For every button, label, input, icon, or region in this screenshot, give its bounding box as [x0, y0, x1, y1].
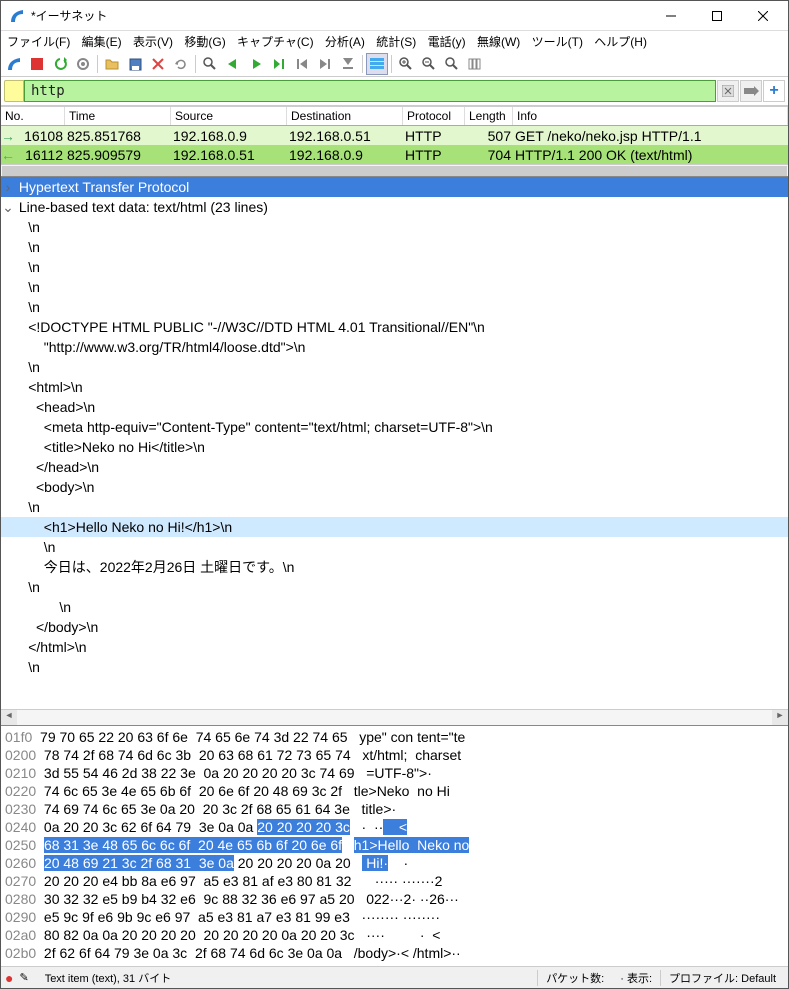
titlebar: *イーサネット [1, 1, 788, 31]
resize-cols-icon[interactable] [464, 53, 486, 75]
arrow-icon: ← [1, 147, 15, 163]
packet-scrollbar[interactable] [1, 164, 788, 176]
display-filter-input[interactable] [24, 80, 716, 102]
menu-stats[interactable]: 統計(S) [376, 35, 416, 49]
hex-pane[interactable]: 01f0 79 70 65 22 20 63 6f 6e 74 65 6e 74… [1, 725, 788, 966]
menu-capture[interactable]: キャプチャ(C) [237, 35, 314, 49]
col-src[interactable]: Source [171, 107, 287, 125]
packet-row[interactable]: ← 16112 825.909579 192.168.0.51 192.168.… [1, 145, 788, 164]
find-icon[interactable] [199, 53, 221, 75]
maximize-button[interactable] [694, 1, 740, 30]
edit-icon[interactable]: ✎ [19, 971, 28, 984]
colorize-icon[interactable] [366, 53, 388, 75]
close-button[interactable] [740, 1, 786, 30]
menu-file[interactable]: ファイル(F) [7, 35, 70, 49]
zoom-out-icon[interactable] [418, 53, 440, 75]
prev-icon[interactable] [222, 53, 244, 75]
options-icon[interactable] [72, 53, 94, 75]
packet-list-header: No. Time Source Destination Protocol Len… [1, 106, 788, 126]
col-info[interactable]: Info [513, 107, 788, 125]
apply-filter-icon[interactable] [740, 80, 762, 102]
reload-icon[interactable] [170, 53, 192, 75]
status-display: · 表示: [612, 970, 660, 986]
menu-wireless[interactable]: 無線(W) [477, 35, 520, 49]
clear-filter-icon[interactable] [717, 80, 739, 102]
goto-icon[interactable] [268, 53, 290, 75]
menu-tel[interactable]: 電話(y) [428, 35, 466, 49]
last-icon[interactable] [314, 53, 336, 75]
zoom-reset-icon[interactable] [441, 53, 463, 75]
status-packets: パケット数: [537, 970, 612, 986]
restart-capture-icon[interactable] [49, 53, 71, 75]
record-icon: ● [5, 970, 13, 986]
save-icon[interactable] [124, 53, 146, 75]
menu-edit[interactable]: 編集(E) [82, 35, 122, 49]
menu-tools[interactable]: ツール(T) [532, 35, 583, 49]
minimize-button[interactable] [648, 1, 694, 30]
toolbar [1, 52, 788, 77]
start-capture-icon[interactable] [3, 53, 25, 75]
menu-help[interactable]: ヘルプ(H) [594, 35, 647, 49]
col-time[interactable]: Time [65, 107, 171, 125]
first-icon[interactable] [291, 53, 313, 75]
next-icon[interactable] [245, 53, 267, 75]
app-icon [9, 8, 25, 24]
status-profile[interactable]: プロファイル: Default [660, 970, 784, 986]
packet-row[interactable]: → 16108 825.851768 192.168.0.9 192.168.0… [1, 126, 788, 145]
open-icon[interactable] [101, 53, 123, 75]
filter-bar: + [1, 77, 788, 106]
menubar: ファイル(F) 編集(E) 表示(V) 移動(G) キャプチャ(C) 分析(A)… [1, 31, 788, 52]
col-proto[interactable]: Protocol [403, 107, 465, 125]
details-pane[interactable]: › Hypertext Transfer Protocol⌄ Line-base… [1, 176, 788, 725]
menu-view[interactable]: 表示(V) [133, 35, 173, 49]
menu-analyze[interactable]: 分析(A) [325, 35, 365, 49]
window-title: *イーサネット [31, 7, 648, 24]
bookmark-icon[interactable] [4, 80, 24, 102]
zoom-in-icon[interactable] [395, 53, 417, 75]
col-no[interactable]: No. [1, 107, 65, 125]
add-filter-icon[interactable]: + [763, 80, 785, 102]
autoscroll-icon[interactable] [337, 53, 359, 75]
close-file-icon[interactable] [147, 53, 169, 75]
col-dst[interactable]: Destination [287, 107, 403, 125]
menu-go[interactable]: 移動(G) [184, 35, 225, 49]
col-len[interactable]: Length [465, 107, 513, 125]
packet-list[interactable]: → 16108 825.851768 192.168.0.9 192.168.0… [1, 126, 788, 164]
arrow-icon: → [1, 128, 15, 144]
stop-capture-icon[interactable] [26, 53, 48, 75]
status-text: Text item (text), 31 バイト [37, 970, 538, 986]
statusbar: ● ✎ Text item (text), 31 バイト パケット数: · 表示… [1, 966, 788, 988]
